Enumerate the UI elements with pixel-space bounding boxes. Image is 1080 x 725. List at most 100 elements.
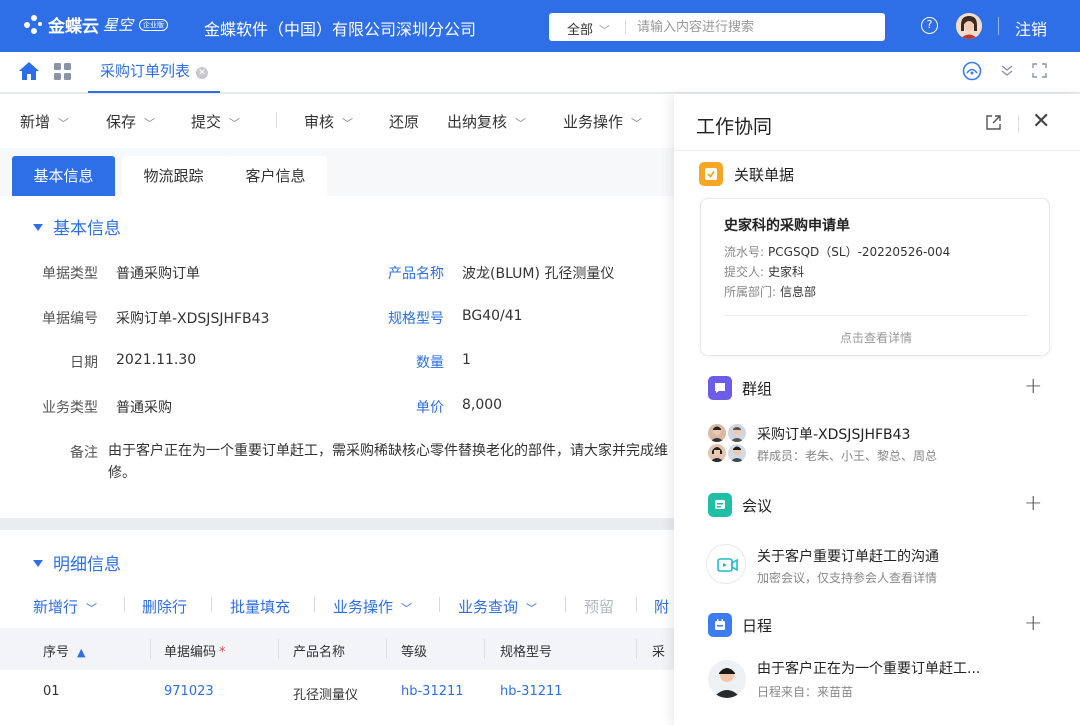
basic-info-body: 基本信息 单据类型 普通采购订单 单据编号 采购订单-XDSJSJHFB43 日… <box>0 196 674 518</box>
linked-doc-card[interactable]: 史家科的采购申请单 流水号:PCGSQD（SL）-20220526-004 提交… <box>700 198 1050 356</box>
detail-business-ops-button[interactable]: 业务操作 ﹀ <box>333 596 412 617</box>
add-meeting-plus-icon[interactable]: + <box>1024 493 1042 515</box>
apps-icon[interactable] <box>54 63 72 85</box>
logout-button[interactable]: 注销 <box>1015 16 1047 40</box>
schedule-name[interactable]: 由于客户正在为一个重要订单赶工... <box>757 658 980 678</box>
basic-info-section-toggle[interactable]: 基本信息 <box>33 214 121 239</box>
toolbar-audit-label: 审核 <box>304 113 334 131</box>
fullscreen-icon[interactable] <box>1032 63 1047 82</box>
add-schedule-plus-icon[interactable]: + <box>1024 613 1042 635</box>
toolbar-cashier-review-button[interactable]: 出纳复核﹀ <box>447 111 526 132</box>
search-input[interactable] <box>637 17 867 37</box>
field-value-date: 2021.11.30 <box>116 352 196 368</box>
linked-doc-divider <box>723 315 1029 316</box>
linked-doc-icon <box>699 162 723 186</box>
detail-grid-header: 序号 ▲ 单据编码* 产品名称 等级 规格型号 采 <box>0 628 674 670</box>
required-mark: * <box>219 645 226 660</box>
field-label-date: 日期 <box>36 352 98 372</box>
meeting-name[interactable]: 关于客户重要订单赶工的沟通 <box>757 546 939 566</box>
company-name[interactable]: 金蝶软件（中国）有限公司深圳分公司 <box>204 16 476 40</box>
col-header-spec[interactable]: 规格型号 <box>500 641 552 660</box>
subtab-basic-info[interactable]: 基本信息 <box>12 156 115 196</box>
col-header-product-name[interactable]: 产品名称 <box>293 641 345 660</box>
schedule-source: 日程来自：来苗苗 <box>757 683 853 700</box>
external-link-icon[interactable] <box>985 114 1002 135</box>
detail-business-ops-label: 业务操作 <box>333 598 393 616</box>
meeting-desc: 加密会议，仅支持参会人查看详情 <box>757 569 937 586</box>
chevron-down-icon: ﹀ <box>401 602 412 615</box>
chevron-down-icon: ﹀ <box>342 117 353 130</box>
refresh-icon[interactable] <box>962 61 982 85</box>
sort-asc-icon[interactable]: ▲ <box>77 646 85 659</box>
detail-attach-button[interactable]: 附 <box>654 596 669 617</box>
chevron-down-icon: ﹀ <box>229 117 240 130</box>
meeting-section-icon <box>708 493 732 517</box>
field-label-unit-price: 单价 <box>380 397 444 417</box>
dept-value: 信息部 <box>780 285 816 299</box>
col-header-doc-code[interactable]: 单据编码* <box>164 641 226 660</box>
group-section-title: 群组 <box>742 378 772 399</box>
cell-spec[interactable]: hb-31211 <box>500 684 563 699</box>
detail-batch-fill-button[interactable]: 批量填充 <box>230 596 290 617</box>
field-label-quantity: 数量 <box>380 352 444 372</box>
app-logo[interactable]: 金蝶云 星空 企业版 <box>24 12 168 37</box>
linked-doc-view-details-link[interactable]: 点击查看详情 <box>701 329 1051 346</box>
group-name[interactable]: 采购订单-XDSJSJHFB43 <box>757 424 910 444</box>
dept-label: 所属部门: <box>724 285 776 299</box>
field-label-doc-type: 单据类型 <box>36 263 98 283</box>
logo-mark-icon <box>24 15 44 35</box>
user-avatar[interactable] <box>956 13 982 39</box>
logo-text: 金蝶云 <box>48 12 99 37</box>
col-header-seq-label: 序号 <box>43 645 69 660</box>
panel-header-divider <box>1018 116 1019 132</box>
group-members: 群成员：老朱、小王、黎总、周总 <box>757 447 937 464</box>
toolbar-submit-button[interactable]: 提交 ﹀ <box>191 111 240 132</box>
main-toolbar: 新增﹀ 保存﹀ 提交 ﹀ 审核 ﹀ 还原 出纳复核﹀ 业务操作﹀ <box>0 94 674 148</box>
tab-close-icon[interactable]: ✕ <box>196 67 208 79</box>
linked-doc-submitter: 提交人:史家科 <box>724 263 804 280</box>
search-scope-select[interactable]: 全部﹀ <box>567 19 610 38</box>
detail-business-query-button[interactable]: 业务查询﹀ <box>458 596 537 617</box>
field-value-biz-type: 普通采购 <box>116 397 172 417</box>
basic-info-card: 基本信息 物流跟踪 客户信息 基本信息 单据类型 普通采购订单 单据编号 采购订… <box>0 148 674 518</box>
collapse-icon[interactable] <box>1000 63 1014 81</box>
help-icon[interactable]: ? <box>921 17 938 34</box>
add-group-plus-icon[interactable]: + <box>1024 376 1042 398</box>
serial-label: 流水号: <box>724 245 764 259</box>
member-avatar <box>708 444 726 462</box>
toolbar-new-button[interactable]: 新增﹀ <box>20 111 69 132</box>
field-label-note: 备注 <box>36 442 98 462</box>
detail-toolbar-divider <box>124 597 125 612</box>
close-icon[interactable]: ✕ <box>1032 111 1050 133</box>
field-label-biz-type: 业务类型 <box>36 397 98 417</box>
toolbar-business-ops-label: 业务操作 <box>563 113 623 131</box>
detail-add-row-button[interactable]: 新增行﹀ <box>33 596 97 617</box>
detail-reserve-button[interactable]: 预留 <box>584 596 614 617</box>
toolbar-business-ops-button[interactable]: 业务操作﹀ <box>563 111 642 132</box>
toolbar-submit-label: 提交 <box>191 113 221 131</box>
chevron-down-icon: ﹀ <box>599 24 610 37</box>
toolbar-restore-button[interactable]: 还原 <box>389 111 419 132</box>
col-header-grade[interactable]: 等级 <box>401 641 427 660</box>
cell-grade[interactable]: hb-31211 <box>401 684 464 699</box>
linked-doc-dept: 所属部门: 信息部 <box>724 283 816 300</box>
home-icon[interactable] <box>19 62 39 84</box>
toolbar-save-button[interactable]: 保存﹀ <box>106 111 155 132</box>
global-search: 全部﹀ <box>549 13 885 41</box>
serial-value: PCGSQD（SL）-20220526-004 <box>768 245 950 259</box>
cell-doc-code[interactable]: 971023 <box>164 684 214 699</box>
col-header-purchase[interactable]: 采 <box>652 641 665 660</box>
detail-toolbar-divider <box>314 597 315 612</box>
logo-sub: 星空 <box>103 14 133 35</box>
detail-toolbar-divider <box>211 597 212 612</box>
field-label-doc-no: 单据编号 <box>36 308 98 328</box>
subtab-customer[interactable]: 客户信息 <box>224 156 327 196</box>
search-divider <box>625 20 626 34</box>
col-header-seq[interactable]: 序号 ▲ <box>43 641 85 660</box>
panel-divider <box>674 150 1080 151</box>
detail-section-toggle[interactable]: 明细信息 <box>33 550 121 575</box>
subtab-logistics[interactable]: 物流跟踪 <box>122 156 225 196</box>
tab-purchase-order-list[interactable]: 采购订单列表✕ <box>88 52 220 93</box>
toolbar-audit-button[interactable]: 审核 ﹀ <box>304 111 353 132</box>
detail-delete-row-button[interactable]: 删除行 <box>142 596 187 617</box>
